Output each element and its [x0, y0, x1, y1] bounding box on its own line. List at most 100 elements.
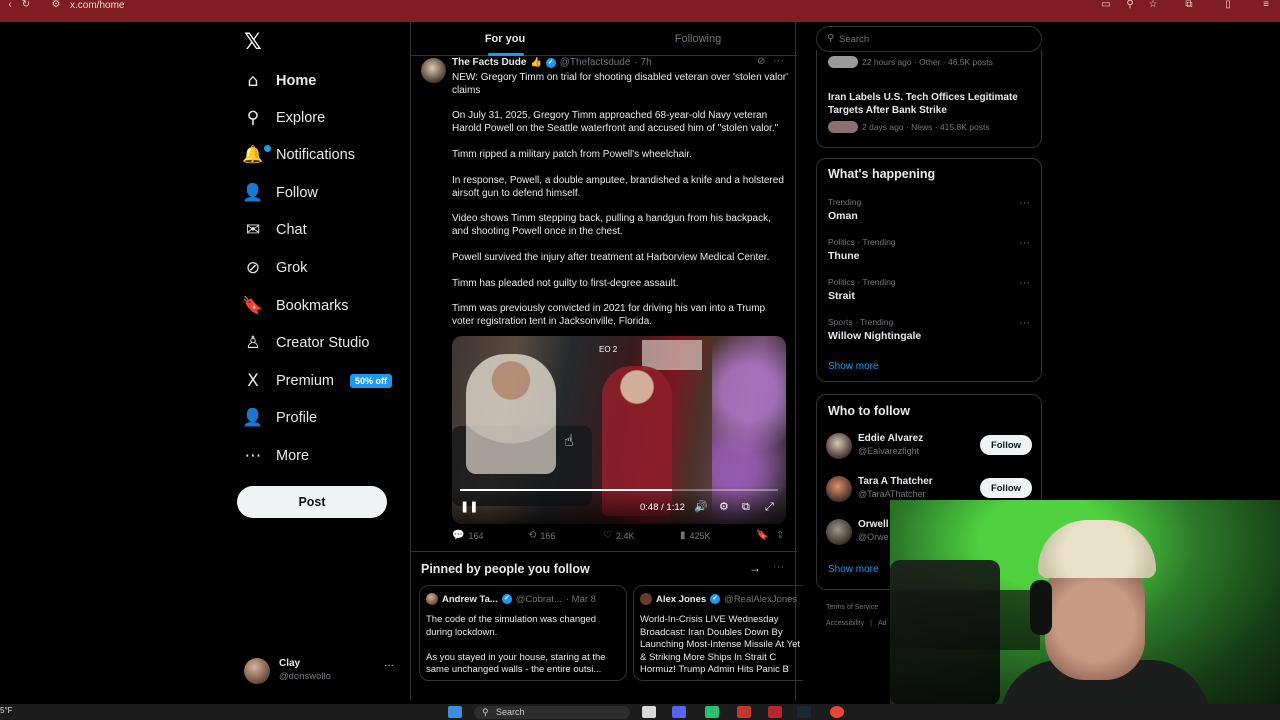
search-box[interactable]: ⚲ [816, 26, 1042, 52]
sidepanel-icon[interactable]: ▯ [1222, 0, 1234, 10]
extensions-icon[interactable]: ⧉ [1183, 0, 1195, 10]
tweet-more-icon[interactable]: ··· [773, 55, 784, 67]
pinned-card[interactable]: Alex Jones ✓ @RealAlexJones World-In-Cri… [633, 585, 803, 681]
pinned-text: World-In-Crisis LIVE Wednesday Broadcast… [640, 614, 800, 675]
back-icon[interactable]: ‹ [4, 0, 16, 10]
like-button[interactable]: ♡ 2.4K [603, 530, 634, 541]
terms-link[interactable]: Terms of Service [826, 600, 887, 616]
webcam-overlay [890, 500, 1280, 705]
post-button[interactable]: Post [237, 486, 387, 518]
webcam-person-cap [1038, 520, 1156, 578]
chrome-icon[interactable] [830, 706, 844, 718]
search-icon: ⚲ [246, 108, 260, 128]
share-button[interactable]: ⇪ [776, 530, 784, 541]
news-item[interactable]: 22 hours ago · Other · 46.5K posts [828, 56, 993, 68]
reply-button[interactable]: 💬 164 [452, 530, 483, 541]
tweet-author-handle[interactable]: @Thefactsdude [560, 57, 631, 68]
webcam-microphone [890, 560, 1000, 705]
app-icon[interactable] [705, 706, 719, 718]
follow-button[interactable]: Follow [980, 435, 1032, 455]
fullscreen-icon[interactable]: ⤢ [765, 500, 774, 514]
bookmark-button[interactable]: 🔖 [756, 530, 768, 541]
steam-icon[interactable] [797, 706, 811, 718]
pinned-card[interactable]: Andrew Ta... ✓ @Cobrat... · Mar 8 The co… [419, 585, 627, 681]
volume-icon[interactable]: 🔊 [694, 500, 708, 513]
news-title[interactable]: Iran Labels U.S. Tech Offices Legitimate… [828, 92, 1033, 117]
tweet[interactable]: The Facts Dude 👍 ✓ @Thefactsdude · 7h ⊘ … [411, 55, 797, 552]
tweet-paragraph: Timm ripped a military patch from Powell… [452, 149, 692, 160]
avatar [826, 519, 852, 545]
weather-readout[interactable]: 5°F [0, 706, 13, 715]
follow-button[interactable]: Follow [980, 478, 1032, 498]
news-item[interactable]: 2 days ago · News · 415.8K posts [828, 121, 990, 133]
follow-suggestion[interactable]: Eddie Alvarez @Ealvarezfight Follow [826, 431, 1036, 465]
pinned-author[interactable]: Alex Jones [656, 594, 706, 605]
tweet-author-avatar[interactable] [421, 58, 446, 83]
zoom-icon[interactable]: ⚲ [1124, 0, 1136, 10]
trend-more-icon[interactable]: ··· [1019, 197, 1030, 209]
nav-item-more[interactable]: ⋯ More [242, 441, 310, 471]
x-logo-icon[interactable]: 𝕏 [244, 30, 262, 55]
pinned-author[interactable]: Andrew Ta... [442, 594, 498, 605]
trend-more-icon[interactable]: ··· [1019, 317, 1030, 329]
tab-following[interactable]: Following [604, 22, 792, 56]
views-button[interactable]: ▮ 425K [680, 530, 711, 541]
tweet-author-name[interactable]: The Facts Dude [452, 57, 526, 68]
pip-icon[interactable]: ⧉ [742, 500, 750, 514]
trend-item[interactable]: Trending Oman ··· [828, 197, 1033, 231]
os-taskbar: 5°F ⚲ Search [0, 704, 1280, 720]
menu-icon[interactable]: ≡ [1260, 0, 1272, 10]
nav-item-notifications[interactable]: 🔔 Notifications [242, 140, 355, 170]
tweet-time[interactable]: · 7h [634, 57, 651, 68]
taskbar-search[interactable]: ⚲ Search [474, 706, 630, 719]
show-more-trends-link[interactable]: Show more [828, 361, 879, 372]
pinned-card-header: Alex Jones ✓ @RealAlexJones [640, 593, 797, 605]
settings-icon[interactable]: ⚙ [719, 500, 729, 513]
nav-item-grok[interactable]: ⊘ Grok [242, 253, 308, 283]
arrow-right-icon[interactable]: → [749, 561, 761, 575]
pinned-handle[interactable]: @Cobrat... [516, 594, 562, 605]
site-info-icon[interactable]: ⚙ [50, 0, 62, 10]
pause-icon[interactable]: ❚❚ [460, 500, 478, 513]
file-explorer-icon[interactable] [642, 706, 656, 718]
cast-icon[interactable]: ▭ [1100, 0, 1112, 10]
tab-for-you[interactable]: For you [411, 22, 599, 56]
pinned-more-icon[interactable]: ··· [773, 561, 784, 573]
nav-label: Profile [276, 410, 318, 426]
nav-item-follow[interactable]: 👤 Follow [242, 178, 318, 208]
discord-icon[interactable] [672, 706, 686, 718]
avatar [426, 593, 438, 605]
tweet-video[interactable]: EO 2 ❚❚ 0:48 / 1:12 🔊 ⚙ ⧉ ⤢ [452, 336, 786, 524]
pinned-handle[interactable]: @RealAlexJones [724, 594, 797, 605]
view-count: 425K [689, 530, 711, 541]
grok-icon[interactable]: ⊘ [757, 56, 765, 67]
ad-link[interactable]: Ad [878, 616, 887, 632]
trend-item[interactable]: Sports · Trending Willow Nightingale ··· [828, 317, 1033, 351]
show-more-follow-link[interactable]: Show more [828, 564, 879, 575]
trend-item[interactable]: Politics · Trending Thune ··· [828, 237, 1033, 271]
video-progress-bar[interactable] [460, 489, 778, 491]
account-more-icon[interactable]: ··· [384, 660, 394, 671]
reload-icon[interactable]: ↻ [20, 0, 32, 10]
bell-icon: 🔔 [242, 145, 264, 165]
nav-item-premium[interactable]: X Premium 50% off [242, 366, 393, 396]
windows-start-icon[interactable] [448, 706, 462, 718]
nav-item-profile[interactable]: 👤 Profile [242, 403, 317, 433]
app-icon[interactable] [768, 706, 782, 718]
app-icon[interactable] [737, 706, 751, 718]
nav-item-home[interactable]: ⌂ Home [242, 66, 317, 96]
notification-dot [264, 145, 271, 152]
trend-more-icon[interactable]: ··· [1019, 237, 1030, 249]
nav-item-creator-studio[interactable]: ♙ Creator Studio [242, 328, 369, 358]
address-bar[interactable]: x.com/home [70, 0, 124, 11]
search-input[interactable] [839, 32, 1029, 46]
trend-more-icon[interactable]: ··· [1019, 277, 1030, 289]
star-icon[interactable]: ☆ [1147, 0, 1159, 10]
trend-item[interactable]: Politics · Trending Strait ··· [828, 277, 1033, 311]
accessibility-link[interactable]: Accessibility [826, 616, 864, 632]
repost-button[interactable]: ⟲ 166 [528, 530, 555, 541]
nav-item-explore[interactable]: ⚲ Explore [242, 103, 325, 133]
nav-item-chat[interactable]: ✉ Chat [242, 215, 307, 245]
account-switcher[interactable]: Clay @donswollo ··· [244, 654, 404, 688]
nav-item-bookmarks[interactable]: 🔖 Bookmarks [242, 291, 348, 321]
